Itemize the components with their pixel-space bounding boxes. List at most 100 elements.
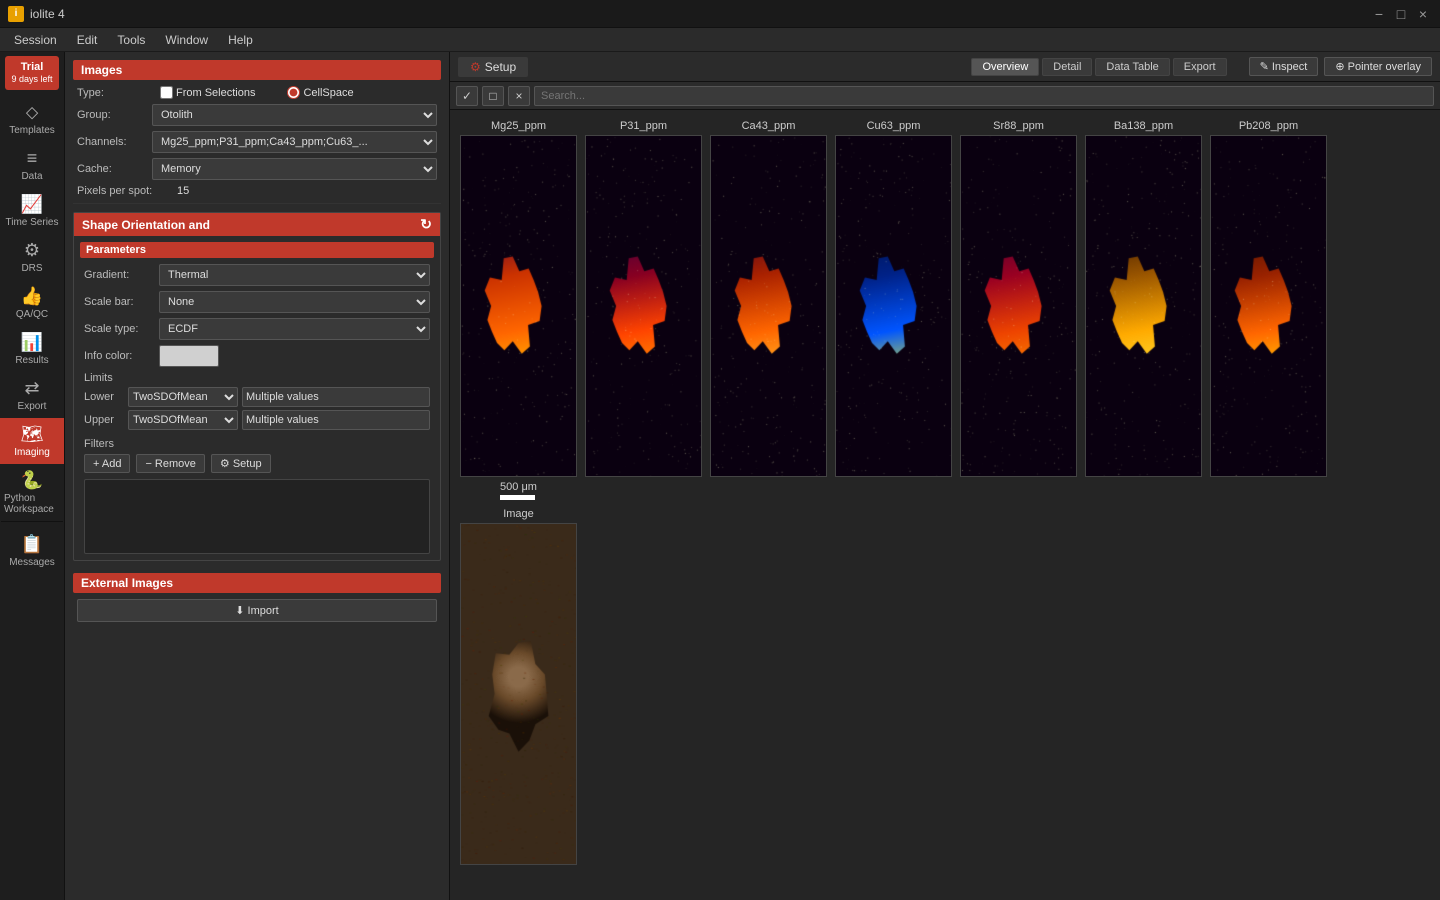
image-card-label: P31_ppm (620, 120, 667, 132)
image-card[interactable]: Ba138_ppm (1085, 120, 1202, 500)
type-label: Type: (77, 87, 152, 99)
type-row: Type: From Selections CellSpace (73, 86, 441, 99)
tab-detail[interactable]: Detail (1042, 58, 1092, 76)
image-card[interactable]: Pb208_ppm (1210, 120, 1327, 500)
image-canvas[interactable] (1085, 135, 1202, 477)
image-card[interactable]: Image (460, 508, 577, 865)
cell-space-label: CellSpace (303, 87, 353, 99)
filters-section: Filters + Add − Remove ⚙ Setup (80, 438, 434, 554)
image-card[interactable]: P31_ppm (585, 120, 702, 500)
from-selections-checkbox[interactable]: From Selections (160, 86, 255, 99)
setup-filter-button[interactable]: ⚙ Setup (211, 454, 271, 473)
cache-row: Cache: Memory (73, 158, 441, 180)
image-card[interactable]: Ca43_ppm (710, 120, 827, 500)
menu-tools[interactable]: Tools (107, 31, 155, 49)
channels-row: Channels: Mg25_ppm;P31_ppm;Ca43_ppm;Cu63… (73, 131, 441, 153)
image-toolbar: ✓ □ × (450, 82, 1440, 110)
image-canvas[interactable] (1210, 135, 1327, 477)
lower-select[interactable]: TwoSDOfMean (128, 387, 238, 407)
sidebar-label-export: Export (18, 401, 47, 412)
info-color-row: Info color: (80, 345, 434, 367)
menu-session[interactable]: Session (4, 31, 67, 49)
menu-edit[interactable]: Edit (67, 31, 108, 49)
upper-label: Upper (84, 414, 124, 426)
inspect-button[interactable]: ✎ Inspect (1249, 57, 1319, 76)
upper-select[interactable]: TwoSDOfMean (128, 410, 238, 430)
image-card-label: Mg25_ppm (491, 120, 546, 132)
scale-bar-select[interactable]: None (159, 291, 430, 313)
minimize-button[interactable]: − (1370, 5, 1388, 23)
filters-buttons: + Add − Remove ⚙ Setup (80, 454, 434, 473)
trial-badge: Trial 9 days left (5, 56, 59, 90)
lower-limit-row: Lower TwoSDOfMean (80, 387, 434, 407)
scale-bar (500, 495, 535, 500)
sidebar-item-qaqc[interactable]: 👍 QA/QC (0, 280, 64, 326)
search-input[interactable] (534, 86, 1434, 106)
sidebar-item-results[interactable]: 📊 Results (0, 326, 64, 372)
group-select[interactable]: Otolith (152, 104, 437, 126)
image-card[interactable]: Cu63_ppm (835, 120, 952, 500)
shape-icon: ↻ (420, 216, 432, 233)
lower-label: Lower (84, 391, 124, 403)
maximize-button[interactable]: □ (1392, 5, 1410, 23)
add-filter-button[interactable]: + Add (84, 454, 130, 473)
image-card-label: Cu63_ppm (867, 120, 921, 132)
cell-space-radio[interactable]: CellSpace (287, 86, 353, 99)
filters-area (84, 479, 430, 554)
image-canvas[interactable] (710, 135, 827, 477)
remove-filter-button[interactable]: − Remove (136, 454, 204, 473)
image-card[interactable]: Sr88_ppm (960, 120, 1077, 500)
toolbar-square-button[interactable]: □ (482, 86, 504, 106)
cache-select[interactable]: Memory (152, 158, 437, 180)
from-selections-input[interactable] (160, 86, 173, 99)
main-layout: Trial 9 days left ⬦ Templates ≡ Data 📈 T… (0, 52, 1440, 900)
setup-tab[interactable]: ⚙ Setup (458, 57, 528, 77)
external-images-section: External Images ⬇ Import (73, 573, 441, 622)
image-canvas[interactable] (460, 523, 577, 865)
gradient-select[interactable]: Thermal (159, 264, 430, 286)
close-button[interactable]: × (1414, 5, 1432, 23)
from-selections-label: From Selections (176, 87, 255, 99)
lower-value-input[interactable] (242, 387, 430, 407)
import-button[interactable]: ⬇ Import (77, 599, 437, 622)
menu-help[interactable]: Help (218, 31, 263, 49)
tab-overview[interactable]: Overview (971, 58, 1039, 76)
sidebar-label-python: Python Workspace (4, 493, 60, 515)
scale-type-label: Scale type: (84, 323, 159, 335)
cell-space-input[interactable] (287, 86, 300, 99)
sidebar-item-data[interactable]: ≡ Data (0, 142, 64, 188)
image-card[interactable]: Mg25_ppm500 μm (460, 120, 577, 500)
scale-bar-row: Scale bar: None (80, 291, 434, 313)
scale-type-select[interactable]: ECDF (159, 318, 430, 340)
upper-value-input[interactable] (242, 410, 430, 430)
toolbar-close-button[interactable]: × (508, 86, 530, 106)
sidebar-item-drs[interactable]: ⚙ DRS (0, 234, 64, 280)
menu-window[interactable]: Window (155, 31, 218, 49)
image-canvas[interactable] (460, 135, 577, 477)
info-color-swatch[interactable] (159, 345, 219, 367)
sidebar-item-messages[interactable]: 📋 Messages (5, 528, 59, 574)
time-series-icon: 📈 (21, 194, 43, 215)
image-canvas[interactable] (835, 135, 952, 477)
sidebar-item-python[interactable]: 🐍 Python Workspace (0, 464, 64, 521)
image-card-label: Pb208_ppm (1239, 120, 1298, 132)
sidebar-item-imaging[interactable]: 🗺 Imaging (0, 418, 64, 464)
sidebar-label-data: Data (21, 171, 42, 182)
image-card-label: Image (503, 508, 534, 520)
tab-data-table[interactable]: Data Table (1095, 58, 1169, 76)
image-card-label: Sr88_ppm (993, 120, 1044, 132)
window-controls: − □ × (1370, 5, 1432, 23)
channels-select[interactable]: Mg25_ppm;P31_ppm;Ca43_ppm;Cu63_... (152, 131, 437, 153)
image-canvas[interactable] (585, 135, 702, 477)
sidebar-item-time-series[interactable]: 📈 Time Series (0, 188, 64, 234)
filters-header: Filters (80, 438, 434, 450)
toolbar-check-button[interactable]: ✓ (456, 86, 478, 106)
external-images-header: External Images (73, 573, 441, 593)
tab-export[interactable]: Export (1173, 58, 1227, 76)
scale-type-row: Scale type: ECDF (80, 318, 434, 340)
pointer-overlay-button[interactable]: ⊕ Pointer overlay (1324, 57, 1432, 76)
sidebar-item-templates[interactable]: ⬦ Templates (0, 96, 64, 142)
image-canvas[interactable] (960, 135, 1077, 477)
sidebar-item-export[interactable]: ⇄ Export (0, 372, 64, 418)
export-icon: ⇄ (24, 378, 39, 399)
